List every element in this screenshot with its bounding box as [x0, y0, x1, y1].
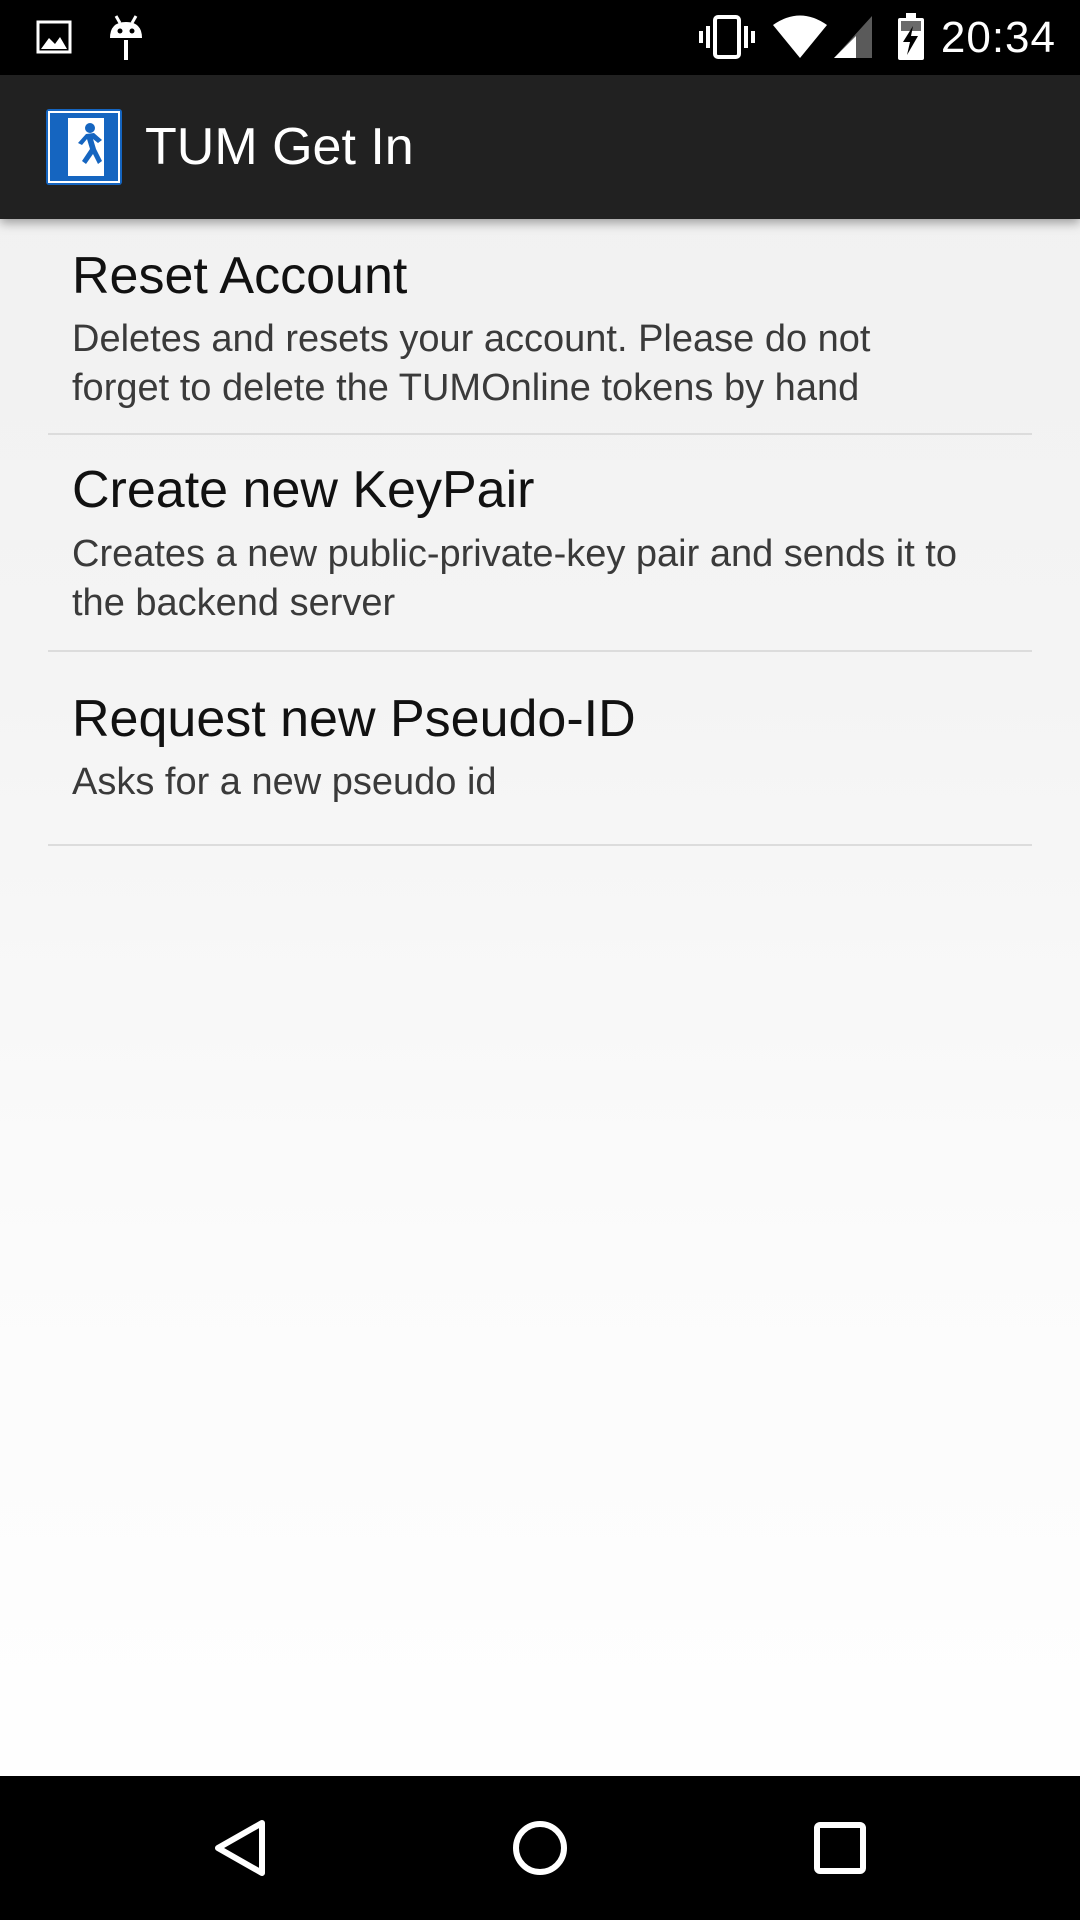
pref-summary: Asks for a new pseudo id — [72, 761, 497, 803]
exit-sign-icon — [46, 109, 122, 185]
vibrate-icon — [699, 15, 755, 59]
pref-summary: Creates a new public-private-key pair an… — [72, 533, 958, 624]
app-bar: TUM Get In — [0, 75, 1080, 219]
back-button[interactable] — [140, 1776, 340, 1920]
pref-title: Request new Pseudo-ID — [72, 690, 636, 748]
wifi-icon — [773, 15, 827, 58]
android-debug-icon — [110, 15, 142, 60]
status-bar: 20:34 — [0, 0, 1080, 75]
home-button[interactable] — [440, 1776, 640, 1920]
pref-title: Reset Account — [72, 247, 408, 305]
pref-title: Create new KeyPair — [72, 461, 535, 519]
screen: 20:34 TUM Get In Reset Account Deletes a… — [0, 0, 1080, 1920]
app-title: TUM Get In — [145, 118, 414, 176]
request-pseudo-id-item[interactable]: Request new Pseudo-ID Asks for a new pse… — [0, 652, 1080, 846]
preferences-list: Reset Account Deletes and resets your ac… — [0, 219, 1080, 846]
home-icon — [513, 1821, 567, 1875]
create-keypair-item[interactable]: Create new KeyPair Creates a new public-… — [0, 435, 1080, 652]
clock: 20:34 — [940, 13, 1056, 62]
navigation-bar — [0, 1776, 1080, 1920]
cell-signal-icon — [834, 16, 872, 58]
pref-summary: Deletes and resets your account. Please … — [72, 318, 871, 409]
divider — [48, 844, 1032, 846]
image-notification-icon — [36, 20, 72, 54]
recents-button[interactable] — [740, 1776, 940, 1920]
battery-charging-icon — [898, 13, 924, 60]
recents-icon — [814, 1822, 866, 1874]
reset-account-item[interactable]: Reset Account Deletes and resets your ac… — [0, 219, 1080, 435]
back-icon — [215, 1820, 265, 1876]
